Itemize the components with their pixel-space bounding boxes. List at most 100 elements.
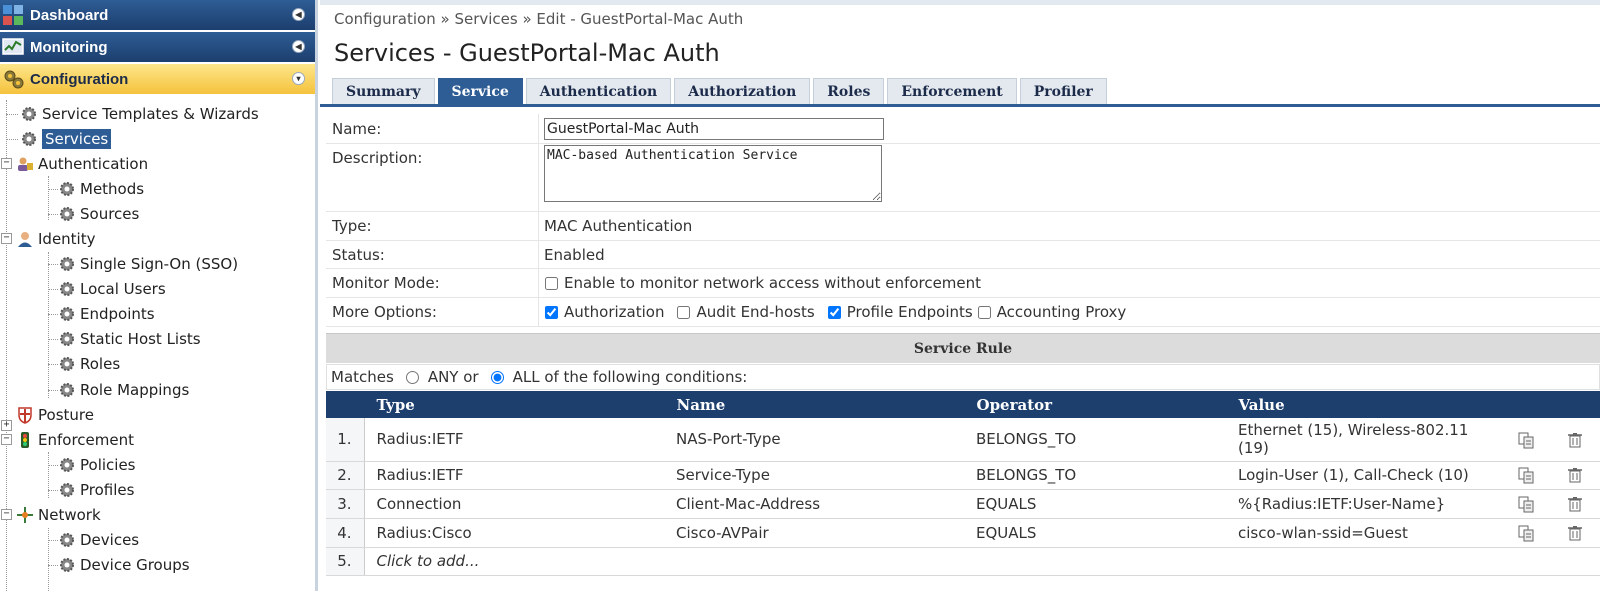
matches-row: Matches ANY or ALL of the following cond…: [326, 364, 1600, 390]
accounting-proxy-checkbox[interactable]: [977, 305, 991, 319]
profile-endpoints-checkbox[interactable]: [827, 305, 841, 319]
accordion-configuration[interactable]: Configuration ▾: [0, 64, 315, 94]
type-value: MAC Authentication: [544, 217, 693, 235]
copy-icon[interactable]: [1517, 524, 1535, 542]
tree-collapse-toggle[interactable]: −: [1, 434, 12, 445]
sidebar-item-sources[interactable]: Sources: [48, 202, 139, 226]
sidebar-item-role-mappings[interactable]: Role Mappings: [48, 378, 189, 402]
match-any-radio[interactable]: [405, 370, 419, 384]
audit-end-hosts-option[interactable]: Audit End-hosts: [676, 303, 815, 321]
status-label: Status:: [326, 241, 539, 268]
sidebar-item-local-users[interactable]: Local Users: [48, 277, 166, 301]
gear-icon: [60, 533, 74, 547]
main-content: Configuration » Services » Edit - GuestP…: [320, 0, 1600, 591]
tab-roles[interactable]: Roles: [813, 78, 885, 105]
sidebar-item-enforcement[interactable]: Enforcement: [16, 428, 134, 452]
sidebar-item-label: Static Host Lists: [80, 330, 201, 348]
expand-circle-icon[interactable]: ▾: [292, 72, 305, 85]
sidebar-item-policies[interactable]: Policies: [48, 453, 135, 477]
table-row[interactable]: 4. Radius:Cisco Cisco-AVPair EQUALS cisc…: [326, 518, 1600, 548]
tab-summary[interactable]: Summary: [332, 78, 435, 105]
authentication-users-icon: [18, 157, 33, 171]
gear-icon: [22, 107, 36, 121]
sidebar-item-services[interactable]: Services: [6, 127, 112, 151]
tree-expand-toggle[interactable]: +: [1, 420, 12, 431]
form-row-more-options: More Options: Authorization Audit End-ho…: [326, 298, 1600, 327]
column-header-value[interactable]: Value: [1226, 391, 1503, 418]
row-name: Cisco-AVPair: [664, 518, 964, 548]
sidebar-item-methods[interactable]: Methods: [48, 177, 144, 201]
gear-icon: [60, 207, 74, 221]
authorization-option[interactable]: Authorization: [544, 303, 664, 321]
sidebar-item-service-templates[interactable]: Service Templates & Wizards: [6, 102, 259, 126]
row-operator: EQUALS: [964, 518, 1226, 548]
collapse-circle-icon[interactable]: ◀: [292, 8, 305, 21]
authorization-checkbox[interactable]: [545, 305, 558, 319]
tree-collapse-toggle[interactable]: −: [1, 509, 12, 520]
copy-icon[interactable]: [1517, 431, 1535, 449]
trash-icon[interactable]: [1566, 431, 1584, 449]
monitor-mode-option[interactable]: Enable to monitor network access without…: [544, 274, 981, 292]
gear-icon: [60, 282, 74, 296]
table-row[interactable]: 1. Radius:IETF NAS-Port-Type BELONGS_TO …: [326, 418, 1600, 462]
sidebar-item-endpoints[interactable]: Endpoints: [48, 302, 155, 326]
posture-shield-icon: [18, 407, 32, 424]
table-row[interactable]: 3. Connection Client-Mac-Address EQUALS …: [326, 489, 1600, 519]
column-header-copy: [1502, 391, 1551, 418]
match-all-radio[interactable]: [490, 370, 504, 384]
click-to-add-link[interactable]: Click to add...: [364, 547, 1600, 576]
row-name: Client-Mac-Address: [664, 489, 964, 519]
breadcrumb[interactable]: Configuration » Services » Edit - GuestP…: [334, 10, 743, 28]
accordion-monitoring[interactable]: Monitoring ◀: [0, 32, 315, 62]
monitor-mode-checkbox[interactable]: [545, 276, 558, 290]
tree-collapse-toggle[interactable]: −: [1, 233, 12, 244]
tab-authorization[interactable]: Authorization: [674, 78, 811, 105]
tab-enforcement[interactable]: Enforcement: [887, 78, 1017, 105]
description-textarea[interactable]: MAC-based Authentication Service: [544, 145, 882, 202]
copy-icon[interactable]: [1517, 495, 1535, 513]
tab-service[interactable]: Service: [437, 78, 523, 105]
tab-authentication[interactable]: Authentication: [525, 78, 672, 105]
trash-icon[interactable]: [1566, 495, 1584, 513]
type-label: Type:: [326, 212, 539, 240]
column-header-operator[interactable]: Operator: [964, 391, 1227, 418]
sidebar-item-static-host-lists[interactable]: Static Host Lists: [48, 327, 201, 351]
trash-icon[interactable]: [1566, 466, 1584, 484]
accordion-dashboard[interactable]: Dashboard ◀: [0, 0, 315, 30]
sidebar-item-posture[interactable]: Posture: [16, 403, 94, 427]
audit-end-hosts-checkbox[interactable]: [677, 305, 691, 319]
column-header-name[interactable]: Name: [664, 391, 965, 418]
sidebar-item-network[interactable]: Network: [16, 503, 101, 527]
column-header-type[interactable]: Type: [364, 391, 665, 418]
sidebar-item-devices[interactable]: Devices: [48, 528, 139, 552]
profile-endpoints-option[interactable]: Profile Endpoints: [827, 303, 973, 321]
trash-icon[interactable]: [1566, 524, 1584, 542]
service-rule-header: Service Rule: [326, 333, 1600, 363]
column-header-num: [326, 391, 365, 418]
sidebar-item-sso[interactable]: Single Sign-On (SSO): [48, 252, 238, 276]
sidebar-item-label: Policies: [80, 456, 136, 474]
sidebar-item-authentication[interactable]: Authentication: [16, 152, 148, 176]
monitoring-icon: [2, 38, 24, 55]
tab-profiler[interactable]: Profiler: [1019, 78, 1107, 105]
table-row[interactable]: 2. Radius:IETF Service-Type BELONGS_TO L…: [326, 461, 1600, 490]
sidebar: Dashboard ◀ Monitoring ◀ Configuration ▾…: [0, 0, 318, 591]
row-name: Service-Type: [664, 461, 964, 490]
sidebar-item-device-groups[interactable]: Device Groups: [48, 553, 190, 577]
sidebar-item-profiles[interactable]: Profiles: [48, 478, 134, 502]
column-header-delete: [1550, 391, 1600, 418]
copy-icon[interactable]: [1517, 466, 1535, 484]
row-operator: BELONGS_TO: [964, 461, 1226, 490]
accounting-proxy-option[interactable]: Accounting Proxy: [977, 303, 1126, 321]
name-input[interactable]: [544, 117, 884, 140]
top-strip: [320, 0, 1600, 5]
tree-collapse-toggle[interactable]: −: [1, 158, 12, 169]
sidebar-item-roles[interactable]: Roles: [48, 352, 120, 376]
gear-icon: [60, 383, 74, 397]
matches-label: Matches: [331, 368, 394, 386]
table-row-add[interactable]: 5. Click to add...: [326, 547, 1600, 576]
sidebar-item-identity[interactable]: Identity: [16, 227, 96, 251]
authorization-option-label: Authorization: [564, 303, 665, 321]
sidebar-item-label: Local Users: [80, 280, 166, 298]
collapse-circle-icon[interactable]: ◀: [292, 40, 305, 53]
